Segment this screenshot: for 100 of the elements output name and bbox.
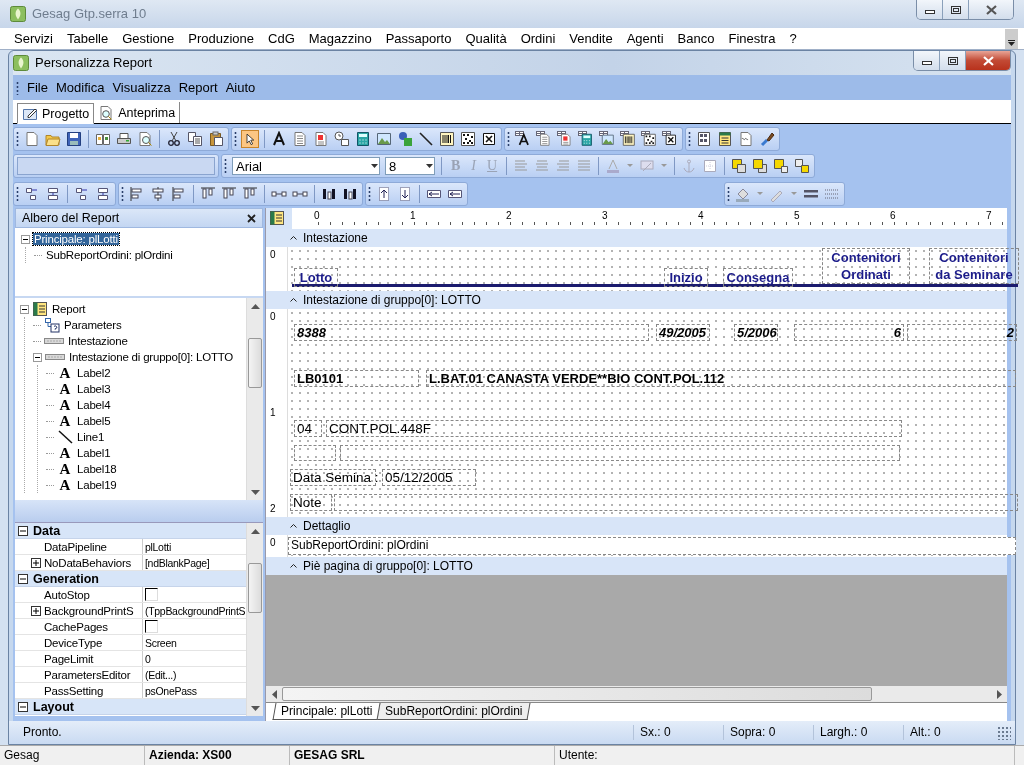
tree-item[interactable]: Parameters <box>63 319 123 331</box>
band-header[interactable]: Piè pagina di gruppo[0]: LOTTO <box>266 557 1007 575</box>
nudge-icon[interactable] <box>397 186 413 202</box>
size-icon[interactable] <box>321 186 337 202</box>
tree-item[interactable]: SubReportOrdini: plOrdini <box>45 249 174 261</box>
menu-item[interactable]: Visualizza <box>109 80 174 95</box>
text-tool-icon[interactable] <box>271 131 287 147</box>
property-value[interactable]: plLotti <box>145 540 171 553</box>
horizontal-scrollbar[interactable] <box>266 686 1007 702</box>
tab-order-icon[interactable] <box>95 186 111 202</box>
menu-item[interactable]: Tabelle <box>61 31 117 46</box>
tree-item[interactable]: Intestazione di gruppo[0]: LOTTO <box>68 351 235 363</box>
page-icon[interactable] <box>24 131 40 147</box>
menu-item[interactable]: Gestione <box>116 31 183 46</box>
font-color-icon[interactable] <box>605 158 622 174</box>
tree-item[interactable]: Line1 <box>76 431 106 443</box>
close-button[interactable] <box>966 51 1010 70</box>
close-button[interactable] <box>969 0 1013 19</box>
tab-order-icon[interactable] <box>45 186 61 202</box>
collapse-toggle-icon[interactable] <box>33 352 42 362</box>
collapse-toggle-icon[interactable] <box>21 234 30 244</box>
scissors-icon[interactable] <box>166 131 182 147</box>
menu-item[interactable]: Qualità <box>459 31 515 46</box>
toolbar-grip[interactable] <box>727 186 730 202</box>
size-icon[interactable] <box>342 186 358 202</box>
minimize-button[interactable] <box>917 0 943 19</box>
minimize-button[interactable] <box>914 51 940 70</box>
toolbar-grip[interactable] <box>224 158 227 174</box>
tree-item[interactable]: Report <box>51 303 87 315</box>
menu-item[interactable]: Agenti <box>620 31 672 46</box>
property-value[interactable]: 0 <box>145 652 151 665</box>
toolbar-grip[interactable] <box>234 131 237 147</box>
property-value[interactable]: [ndBlankPage] <box>145 556 210 569</box>
list-icon[interactable] <box>717 131 733 147</box>
menu-item[interactable]: Report <box>175 80 221 95</box>
matrix-icon[interactable] <box>460 131 476 147</box>
menu-item[interactable]: File <box>24 80 51 95</box>
menu-item[interactable]: Vendite <box>563 31 621 46</box>
magnifier-page-icon[interactable] <box>137 131 153 147</box>
page-wave-icon[interactable] <box>738 131 754 147</box>
tree-item[interactable]: Label3 <box>76 383 112 395</box>
menu-item[interactable]: Magazzino <box>302 31 380 46</box>
view-tab[interactable]: Anteprima <box>94 102 181 123</box>
collapse-toggle-icon[interactable] <box>18 525 28 536</box>
pointer-icon[interactable] <box>242 131 258 147</box>
menu-item[interactable]: Banco <box>671 31 723 46</box>
toolbar-grip[interactable] <box>16 131 19 147</box>
toolbar-grip[interactable] <box>507 131 510 147</box>
tree-item[interactable]: Label5 <box>76 415 112 427</box>
close-icon[interactable] <box>247 213 256 223</box>
grid-text-page-icon[interactable] <box>557 131 573 147</box>
clipboard-icon[interactable] <box>208 131 224 147</box>
vertical-scrollbar[interactable] <box>246 523 263 716</box>
shapes-icon[interactable] <box>397 131 413 147</box>
line-icon[interactable] <box>418 131 434 147</box>
scrollbar-thumb[interactable] <box>248 563 262 613</box>
image-icon[interactable] <box>376 131 392 147</box>
scroll-left-arrow-icon[interactable] <box>271 689 277 699</box>
scrollbar-thumb[interactable] <box>282 687 872 701</box>
printer-icon[interactable] <box>116 131 132 147</box>
text-page-icon[interactable] <box>313 131 329 147</box>
scroll-down-arrow-icon[interactable] <box>250 705 260 711</box>
property-value[interactable]: psOnePass <box>145 684 197 697</box>
grid-matrix-icon[interactable] <box>641 131 657 147</box>
toolbar-grip[interactable] <box>688 131 691 147</box>
sheet-tab[interactable]: Principale: plLotti <box>272 703 381 720</box>
align-icon[interactable] <box>171 186 187 202</box>
tree-item[interactable]: Label18 <box>76 463 118 475</box>
menu-item[interactable]: Finestra <box>722 31 784 46</box>
tab-order-icon[interactable] <box>24 186 40 202</box>
band-header[interactable]: Intestazione <box>266 229 1007 247</box>
book-icon[interactable] <box>95 131 111 147</box>
property-value[interactable]: (TppBackgroundPrintS <box>145 604 246 617</box>
menu-overflow-button[interactable] <box>1005 28 1018 49</box>
fill-icon[interactable] <box>735 186 751 202</box>
calculator-icon[interactable] <box>355 131 371 147</box>
view-tab[interactable]: Progetto <box>17 103 95 124</box>
collapse-toggle-icon[interactable] <box>18 701 28 712</box>
brush-icon[interactable] <box>759 131 775 147</box>
toolbar-grip[interactable] <box>368 186 371 202</box>
property-value[interactable]: (Edit...) <box>145 668 177 681</box>
sheet-tab[interactable]: SubReportOrdini: plOrdini <box>376 703 532 720</box>
checkbox[interactable] <box>145 588 158 601</box>
font-size-dropdown[interactable]: 8 <box>385 157 435 175</box>
menu-item[interactable]: Passaporto <box>379 31 460 46</box>
layers-icon[interactable] <box>752 158 769 174</box>
copy-icon[interactable] <box>187 131 203 147</box>
scroll-up-arrow-icon[interactable] <box>250 303 260 309</box>
scroll-down-arrow-icon[interactable] <box>250 489 260 495</box>
layers-icon[interactable] <box>794 158 811 174</box>
collapse-toggle-icon[interactable] <box>20 304 29 314</box>
checkbox-icon[interactable] <box>481 131 497 147</box>
menu-item[interactable]: Aiuto <box>222 80 259 95</box>
expand-toggle-icon[interactable] <box>31 605 41 616</box>
tree-item[interactable]: Label19 <box>76 479 118 491</box>
align-icon[interactable] <box>129 186 145 202</box>
grid-checkbox-icon[interactable] <box>662 131 678 147</box>
menu-item[interactable]: CdG <box>262 31 303 46</box>
scroll-up-arrow-icon[interactable] <box>250 528 260 534</box>
align-icon[interactable] <box>150 186 166 202</box>
